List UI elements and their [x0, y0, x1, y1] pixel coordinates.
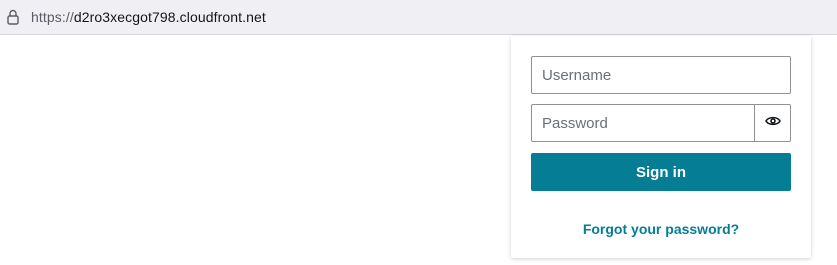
username-field-wrapper [531, 56, 791, 94]
password-field-wrapper [531, 104, 791, 142]
sign-in-button[interactable]: Sign in [531, 153, 791, 191]
browser-address-bar[interactable]: https://d2ro3xecgot798.cloudfront.net [0, 0, 837, 35]
show-password-button[interactable] [754, 105, 790, 141]
url-text[interactable]: https://d2ro3xecgot798.cloudfront.net [31, 9, 266, 25]
forgot-password-link[interactable]: Forgot your password? [511, 221, 811, 237]
eye-icon [764, 114, 781, 132]
password-input[interactable] [532, 105, 754, 141]
lock-icon[interactable] [6, 8, 20, 26]
url-host: d2ro3xecgot798.cloudfront.net [73, 9, 266, 25]
username-input[interactable] [532, 57, 790, 93]
login-card: Sign in Forgot your password? [511, 36, 811, 258]
url-scheme: https:// [31, 9, 74, 25]
